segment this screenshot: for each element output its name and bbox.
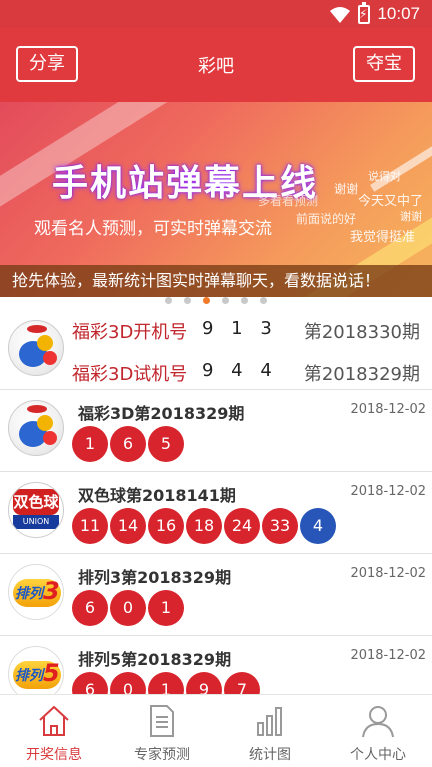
red-ball: 1 [72, 426, 108, 462]
ball-group: 11 14 16 18 24 33 4 [72, 508, 336, 544]
live-row: 福彩3D试机号 9 4 4 第2018329期 [72, 358, 424, 388]
draw-label: 福彩3D开机号 [72, 322, 188, 343]
blue-ball: 4 [300, 508, 336, 544]
danmaku-bubble: 多看看预测 [258, 194, 319, 208]
ball-group: 165 [72, 426, 184, 462]
banner-caption: 抢先体验，最新统计图实时弹幕聊天，看数据说话！ [0, 265, 432, 297]
document-icon [150, 705, 174, 737]
carousel-dot[interactable] [260, 297, 267, 304]
lottery-name: 双色球第2018141期 [78, 486, 236, 505]
red-ball: 5 [148, 426, 184, 462]
red-ball: 6 [110, 426, 146, 462]
person-icon [362, 706, 394, 738]
red-ball: 24 [224, 508, 260, 544]
bar-chart-icon [257, 707, 282, 736]
tab-label: 专家预测 [134, 747, 190, 763]
draw-issue: 第2018330期 [303, 322, 420, 343]
danmaku-bubble: 今天又中了 [358, 194, 424, 209]
danmaku-bubble: 谢谢 [334, 182, 359, 196]
red-ball: 6 [72, 590, 108, 626]
status-time: 10:07 [377, 4, 420, 23]
ball-group: 601 [72, 590, 184, 626]
carousel-dot[interactable] [184, 297, 191, 304]
fc3d-logo [8, 400, 64, 456]
carousel-dot[interactable] [241, 297, 248, 304]
wifi-icon [330, 7, 350, 23]
banner-subtitle: 观看名人预测，可实时弹幕交流 [34, 219, 272, 239]
tab-statistics[interactable]: 统计图 [216, 695, 324, 767]
carousel-dot[interactable] [203, 297, 210, 304]
carousel-dot[interactable] [222, 297, 229, 304]
draw-label: 福彩3D试机号 [72, 364, 188, 385]
red-ball: 11 [72, 508, 108, 544]
pl-logo-digit: 3 [43, 577, 60, 605]
fc3d-logo [8, 320, 64, 376]
danmaku-bubble: 我觉得挺准 [350, 230, 416, 245]
pl3-logo: 排列 3 [8, 564, 64, 620]
ssq-logo-subtext: UNION LOTTO [13, 515, 59, 537]
lottery-name: 排列3第2018329期 [78, 568, 232, 587]
carousel-dot[interactable] [165, 297, 172, 304]
red-ball: 14 [110, 508, 146, 544]
red-ball: 0 [110, 590, 146, 626]
draw-date: 2018-12-02 [350, 566, 426, 581]
ssq-logo: 双色球 UNION LOTTO [8, 482, 64, 538]
red-ball: 16 [148, 508, 184, 544]
result-row-pl3[interactable]: 排列 3 排列3第2018329期 2018-12-02 601 [0, 554, 432, 636]
treasure-button[interactable]: 夺宝 [353, 46, 415, 82]
draw-numbers: 9 1 3 [202, 318, 278, 339]
bottom-nav: 开奖信息 专家预测 统计图 个人中心 [0, 694, 432, 767]
draw-date: 2018-12-02 [350, 402, 426, 417]
result-row-ssq[interactable]: 双色球 UNION LOTTO 双色球第2018141期 2018-12-02 … [0, 472, 432, 554]
danmaku-bubble: 说得对 [368, 170, 401, 183]
tab-label: 统计图 [249, 747, 291, 763]
draw-issue: 第2018329期 [303, 364, 420, 385]
tab-label: 个人中心 [350, 747, 406, 763]
danmaku-bubble: 谢谢 [400, 210, 422, 223]
draw-date: 2018-12-02 [350, 648, 426, 663]
danmaku-bubble: 前面说的好 [296, 212, 357, 226]
live-draw-panel[interactable]: 福彩3D开机号 9 1 3 第2018330期 福彩3D试机号 9 4 4 第2… [0, 312, 432, 390]
lottery-name: 排列5第2018329期 [78, 650, 232, 669]
tab-draw-info[interactable]: 开奖信息 [0, 695, 108, 767]
pl-logo-text: 排列 [15, 668, 43, 684]
pl-logo-text: 排列 [15, 586, 43, 602]
status-bar: ⚡ 10:07 [0, 0, 432, 28]
tab-expert-forecast[interactable]: 专家预测 [108, 695, 216, 767]
tab-label: 开奖信息 [26, 747, 82, 763]
live-row: 福彩3D开机号 9 1 3 第2018330期 [72, 316, 424, 346]
ssq-logo-text: 双色球 [13, 489, 59, 515]
pl-logo-digit: 5 [43, 659, 60, 687]
draw-numbers: 9 4 4 [202, 360, 278, 381]
lottery-name: 福彩3D第2018329期 [78, 404, 245, 423]
draw-date: 2018-12-02 [350, 484, 426, 499]
promo-banner[interactable]: 手机站弹幕上线 观看名人预测，可实时弹幕交流 说得对 谢谢 今天又中了 多看看预… [0, 102, 432, 297]
red-ball: 1 [148, 590, 184, 626]
red-ball: 33 [262, 508, 298, 544]
carousel-indicator[interactable] [0, 297, 432, 311]
app-header: 分享 彩吧 夺宝 [0, 28, 432, 102]
home-icon [39, 705, 69, 736]
tab-profile[interactable]: 个人中心 [324, 695, 432, 767]
red-ball: 18 [186, 508, 222, 544]
result-row-fc3d[interactable]: 福彩3D第2018329期 2018-12-02 165 [0, 390, 432, 472]
battery-icon: ⚡ [358, 2, 370, 24]
